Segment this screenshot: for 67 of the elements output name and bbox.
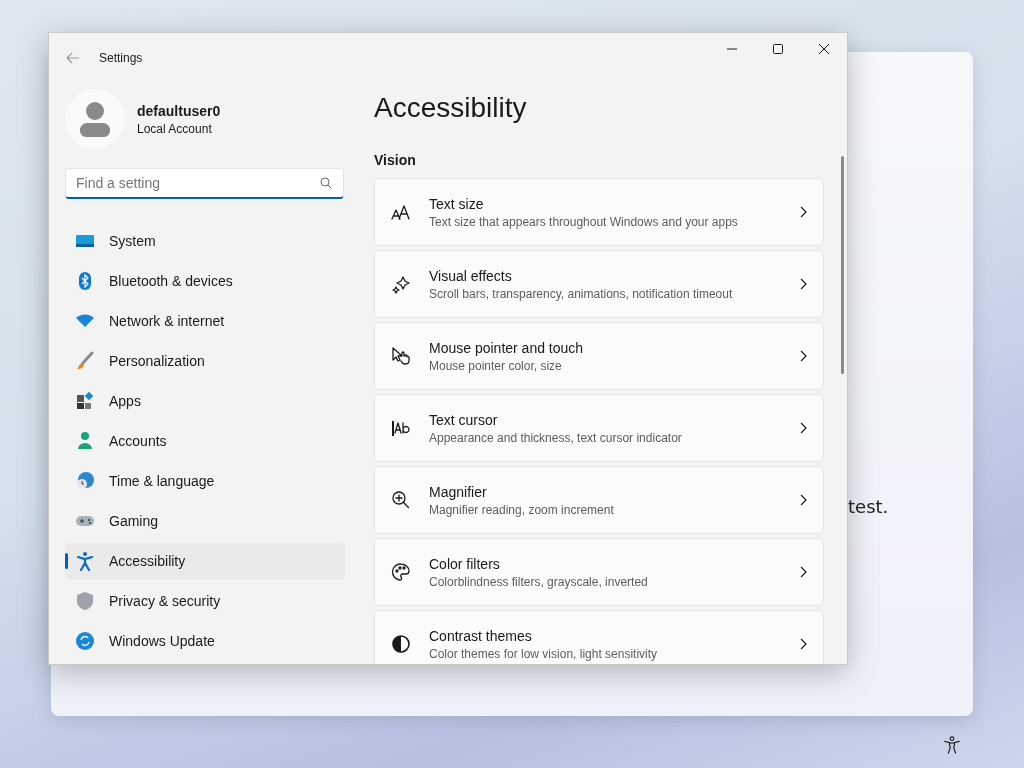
accessibility-person-icon <box>75 551 95 571</box>
paintbrush-icon <box>75 351 95 371</box>
settings-card[interactable]: Visual effects Scroll bars, transparency, animations, notification timeout <box>374 250 824 318</box>
search-icon <box>320 177 332 189</box>
apps-grid-icon <box>75 391 95 411</box>
chevron-right-icon <box>800 278 807 290</box>
card-title: Color filters <box>429 555 501 572</box>
globe-clock-icon <box>75 471 95 491</box>
back-arrow-icon <box>66 52 80 64</box>
window-title: Settings <box>99 51 143 65</box>
card-description: Magnifier reading, zoom increment <box>429 502 615 517</box>
scrollbar[interactable] <box>841 156 844 374</box>
search-field[interactable]: Find a setting <box>65 168 344 199</box>
card-description: Appearance and thickness, text cursor indicator <box>429 430 683 445</box>
sidebar-item[interactable]: Accessibility <box>65 543 345 579</box>
person-silhouette-icon <box>80 101 110 137</box>
settings-card[interactable]: Contrast themes Color themes for low vision, light sensitivity <box>374 610 824 664</box>
shield-icon <box>75 591 95 611</box>
card-title: Contrast themes <box>429 627 533 644</box>
chevron-right-icon <box>800 638 807 650</box>
card-description: Colorblindness filters, grayscale, inverted <box>429 574 649 589</box>
card-title: Visual effects <box>429 267 513 284</box>
card-description: Color themes for low vision, light sensitivity <box>429 646 659 661</box>
page-title: Accessibility <box>374 92 528 124</box>
sidebar-item[interactable]: Gaming <box>65 503 345 539</box>
settings-card[interactable]: Text cursor Appearance and thickness, text cursor indicator <box>374 394 824 462</box>
sidebar-item[interactable]: Accounts <box>65 423 345 459</box>
card-title: Mouse pointer and touch <box>429 339 585 356</box>
account-type: Local Account <box>137 121 213 136</box>
settings-card[interactable]: Mouse pointer and touch Mouse pointer color, size <box>374 322 824 390</box>
window-text: test. <box>848 496 889 517</box>
sidebar-item[interactable]: Apps <box>65 383 345 419</box>
sparkles-icon <box>391 274 411 294</box>
card-description: Scroll bars, transparency, animations, notification timeout <box>429 286 734 301</box>
chevron-right-icon <box>800 494 807 506</box>
sidebar-item[interactable]: Bluetooth & devices <box>65 263 345 299</box>
user-name: defaultuser0 <box>137 102 221 119</box>
palette-icon <box>391 562 411 582</box>
maximize-icon <box>773 44 783 54</box>
sidebar-item[interactable]: System <box>65 223 345 259</box>
accessibility-person-icon <box>943 736 961 754</box>
pointer-hand-icon <box>391 346 411 366</box>
close-icon <box>819 44 829 54</box>
minimize-icon <box>727 48 737 50</box>
settings-card[interactable]: Text size Text size that appears throughout Windows and your apps <box>374 178 824 246</box>
card-description: Text size that appears throughout Windows and your apps <box>429 214 739 229</box>
sidebar-item[interactable]: Network & internet <box>65 303 345 339</box>
chevron-right-icon <box>800 422 807 434</box>
card-title: Magnifier <box>429 483 488 500</box>
sidebar-item[interactable]: Personalization <box>65 343 345 379</box>
text-cursor-icon <box>391 418 411 438</box>
person-icon <box>75 431 95 451</box>
card-title: Text cursor <box>429 411 499 428</box>
settings-card[interactable]: Color filters Colorblindness filters, grayscale, inverted <box>374 538 824 606</box>
zoom-in-icon <box>391 490 411 510</box>
refresh-icon <box>75 631 95 651</box>
chevron-right-icon <box>800 566 807 578</box>
chevron-right-icon <box>800 206 807 218</box>
section-heading: Vision <box>374 152 417 168</box>
settings-card[interactable]: Magnifier Magnifier reading, zoom increment <box>374 466 824 534</box>
chevron-right-icon <box>800 350 807 362</box>
sidebar-item[interactable]: Privacy & security <box>65 583 345 619</box>
sidebar-item[interactable]: Time & language <box>65 463 345 499</box>
half-circle-icon <box>391 634 411 654</box>
sidebar-item[interactable]: Windows Update <box>65 623 345 659</box>
card-title: Text size <box>429 195 485 212</box>
card-description: Mouse pointer color, size <box>429 358 563 373</box>
